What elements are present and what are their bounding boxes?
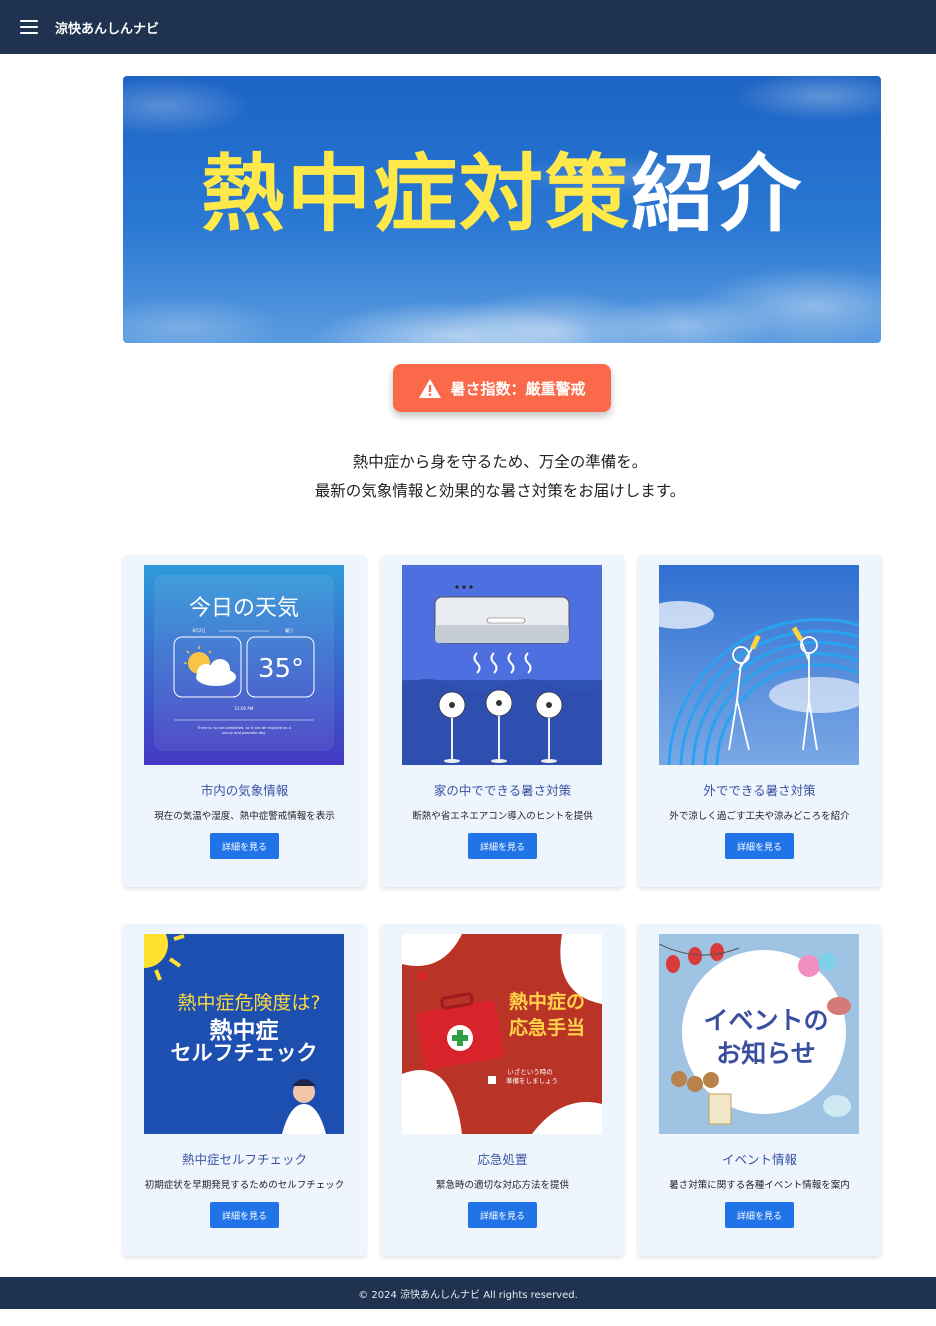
svg-text:12:00 AM: 12:00 AM: [235, 706, 255, 711]
outdoor-thumbnail: [659, 565, 859, 765]
card-outdoor: 外でできる暑さ対策 外で涼しく過ごす工夫や涼みどころを紹介 詳細を見る: [638, 555, 881, 887]
card-weather: 今日の天気 8月2日 曜日 35° 12:00 AM There is no r…: [123, 555, 366, 887]
copyright-text: © 2024 涼快あんしんナビ All rights reserved.: [358, 1289, 578, 1301]
app-title[interactable]: 涼快あんしんナビ: [55, 18, 159, 37]
svg-text:いざという時の: いざという時の: [507, 1067, 553, 1076]
svg-text:セルフチェック: セルフチェック: [171, 1041, 318, 1065]
card-first-aid: 熱中症の 応急手当 いざという時の 準備をしましょう 応急処置 緊急時の適切な対…: [381, 924, 624, 1256]
card-events: イベントの お知らせ イベント情報 暑さ対策に関する各種イベント情報を案内 詳細…: [638, 924, 881, 1256]
details-button-events[interactable]: 詳細を見る: [725, 1202, 794, 1228]
events-heading-2: お知らせ: [716, 1039, 816, 1068]
card-description: 初期症状を早期発見するためのセルフチェック: [144, 1180, 345, 1191]
details-button-weather[interactable]: 詳細を見る: [210, 833, 279, 859]
details-button-indoor[interactable]: 詳細を見る: [468, 833, 537, 859]
svg-text:There is no rain predicted, so: There is no rain predicted, so it can be…: [196, 726, 291, 730]
details-button-first-aid[interactable]: 詳細を見る: [468, 1202, 537, 1228]
events-thumbnail: イベントの お知らせ: [659, 934, 859, 1134]
card-title[interactable]: 外でできる暑さ対策: [638, 780, 881, 799]
card-title[interactable]: イベント情報: [638, 1149, 881, 1168]
weather-heading: 今日の天気: [189, 596, 299, 621]
svg-text:曜日: 曜日: [285, 628, 293, 633]
svg-text:準備をしましょう: 準備をしましょう: [506, 1076, 558, 1085]
hero-title-rest: 紹介: [631, 145, 804, 243]
card-title[interactable]: 市内の気象情報: [123, 780, 366, 799]
intro-line-2: 最新の気象情報と効果的な暑さ対策をお届けします。: [314, 482, 686, 500]
first-aid-thumbnail: 熱中症の 応急手当 いざという時の 準備をしましょう: [402, 934, 602, 1134]
app-bar: 涼快あんしんナビ: [0, 0, 936, 54]
footer: © 2024 涼快あんしんナビ All rights reserved.: [0, 1277, 936, 1309]
intro-line-1: 熱中症から身を守るため、万全の準備を。: [352, 453, 648, 471]
details-button-self-check[interactable]: 詳細を見る: [210, 1202, 279, 1228]
warning-icon: [419, 378, 442, 398]
weather-thumbnail: 今日の天気 8月2日 曜日 35° 12:00 AM There is no r…: [144, 565, 344, 765]
card-indoor: 家の中でできる暑さ対策 断熱や省エネエアコン導入のヒントを提供 詳細を見る: [381, 555, 624, 887]
self-check-line-1: 熱中症危険度は?: [177, 992, 320, 1014]
card-self-check: 熱中症危険度は? 熱中症 セルフチェック 熱中症セルフチェック 初期症状を早期発…: [123, 924, 366, 1256]
events-heading-1: イベントの: [703, 1006, 828, 1035]
svg-text:熱中症: 熱中症: [210, 1017, 279, 1044]
card-description: 断熱や省エネエアコン導入のヒントを提供: [412, 811, 593, 822]
card-description: 現在の気温や湿度、熱中症警戒情報を表示: [154, 811, 335, 822]
intro-text: 熱中症から身を守るため、万全の準備を。 最新の気象情報と効果的な暑さ対策をお届け…: [200, 448, 800, 506]
card-title[interactable]: 応急処置: [381, 1149, 624, 1168]
hero-title: 熱中症対策紹介: [123, 140, 881, 249]
card-title[interactable]: 家の中でできる暑さ対策: [381, 780, 624, 799]
heat-index-alert-chip[interactable]: 暑さ指数：厳重警戒: [393, 364, 611, 412]
card-description: 緊急時の適切な対応方法を提供: [435, 1180, 569, 1191]
svg-text:応急手当: 応急手当: [509, 1016, 585, 1039]
card-title[interactable]: 熱中症セルフチェック: [123, 1149, 366, 1168]
alert-label: 暑さ指数：厳重警戒: [450, 379, 586, 398]
temperature-value: 35°: [258, 654, 304, 684]
menu-icon[interactable]: [20, 20, 38, 34]
self-check-thumbnail: 熱中症危険度は? 熱中症 セルフチェック: [144, 934, 344, 1134]
card-description: 外で涼しく過ごす工夫や涼みどころを紹介: [669, 811, 850, 822]
air-conditioner-thumbnail: [402, 565, 602, 765]
svg-text:8月2日: 8月2日: [192, 628, 205, 633]
hero-banner: 熱中症対策紹介: [123, 76, 881, 343]
details-button-outdoor[interactable]: 詳細を見る: [725, 833, 794, 859]
hero-title-highlight: 熱中症対策: [200, 145, 631, 243]
svg-text:sunny and peaceful day.: sunny and peaceful day.: [222, 731, 266, 735]
svg-text:熱中症の: 熱中症の: [509, 990, 585, 1013]
card-description: 暑さ対策に関する各種イベント情報を案内: [669, 1180, 850, 1191]
